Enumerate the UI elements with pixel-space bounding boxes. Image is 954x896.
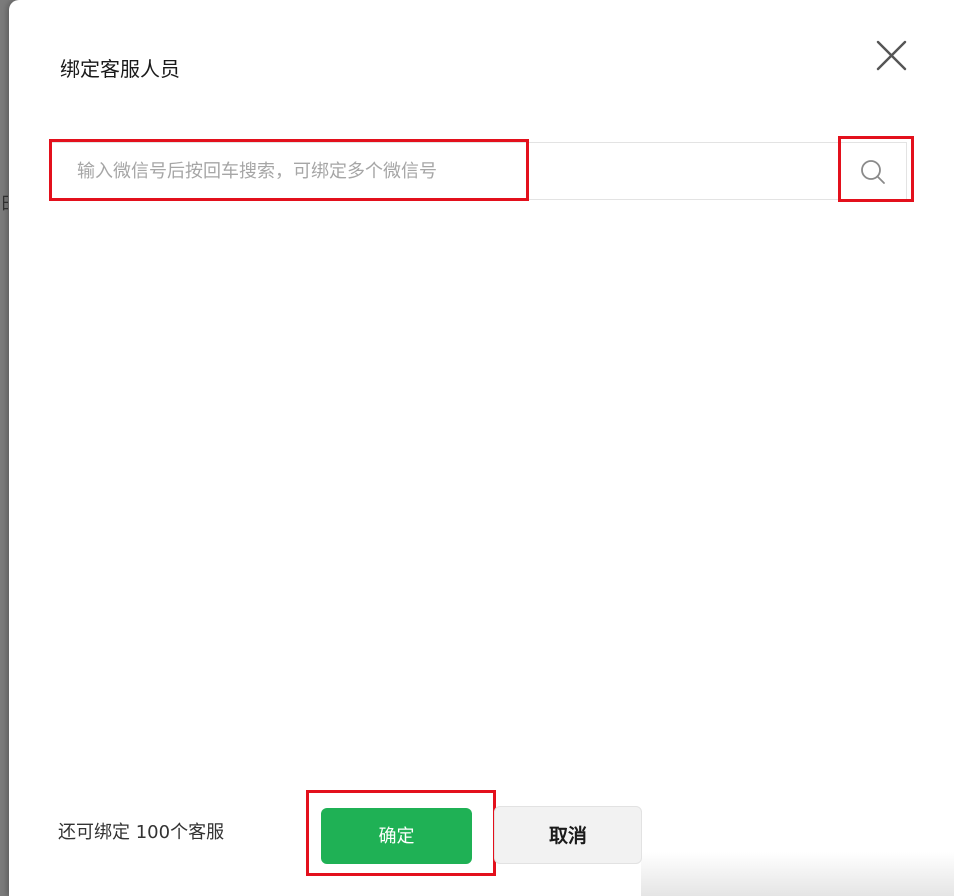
confirm-button[interactable]: 确定 <box>321 808 472 864</box>
search-button[interactable] <box>839 142 907 200</box>
remaining-bind-count: 还可绑定 100个客服 <box>58 822 225 843</box>
search-icon <box>861 160 885 184</box>
search-input-wrap <box>49 142 840 200</box>
wechat-id-search-input[interactable] <box>50 143 840 199</box>
search-row <box>49 142 914 200</box>
backdrop-peek-text: 日 <box>0 192 8 216</box>
cancel-button[interactable]: 取消 <box>494 806 642 864</box>
dialog-title: 绑定客服人员 <box>60 57 180 81</box>
bind-service-dialog: 绑定客服人员 还可绑定 100个客服 确定 取消 <box>9 0 954 896</box>
close-icon <box>876 40 907 71</box>
close-button[interactable] <box>871 36 911 76</box>
